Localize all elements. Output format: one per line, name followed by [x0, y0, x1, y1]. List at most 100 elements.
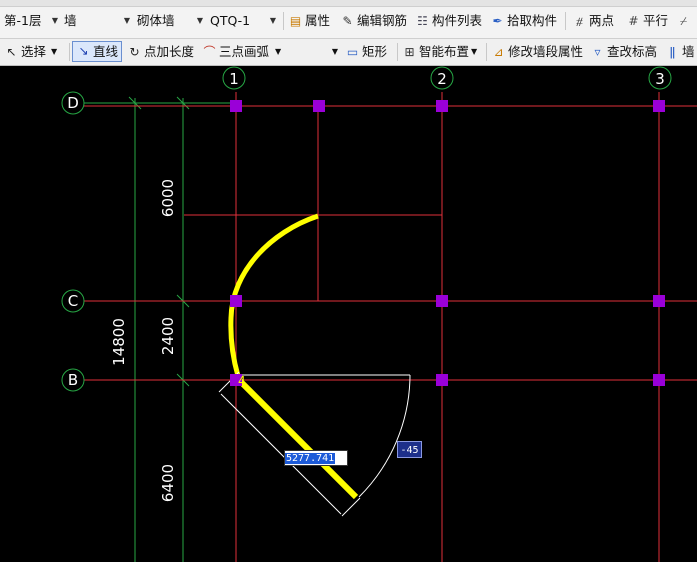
column[interactable]	[313, 100, 325, 112]
properties-button[interactable]: ▤ 属性	[288, 10, 330, 32]
dim-text-c-b: 2400	[159, 317, 177, 355]
chevron-down-icon: ▼	[123, 16, 130, 25]
arc-wall[interactable]	[228, 213, 319, 377]
draw-toolbar: ↖ 选择 ▼ ↘ 直线 ↻ 点加长度 ⌒ 三点画弧 ▼ ▼ ▭ 矩形 ⊞ 智能布…	[0, 39, 697, 66]
angle-input[interactable]: -45	[397, 441, 422, 458]
line-label: 直线	[93, 43, 119, 59]
dim-text-total: 14800	[110, 318, 128, 366]
component-list-label: 构件列表	[432, 13, 483, 28]
columns	[230, 100, 665, 386]
extend-icon: ⌿	[679, 13, 688, 28]
parallel-button[interactable]: # 平行	[626, 10, 668, 32]
length-input[interactable]: 5277.741	[284, 450, 348, 466]
floor-select[interactable]: 第-1层 ▼	[4, 10, 60, 32]
check-elevation-button[interactable]: ▿ 查改标高	[590, 41, 657, 63]
column[interactable]	[436, 374, 448, 386]
type-select[interactable]: 砌体墙 ▼	[137, 10, 205, 32]
point-length-icon: ↻	[129, 44, 140, 59]
axis-label-3: 3	[655, 70, 665, 88]
three-point-arc-label: 三点画弧	[219, 44, 270, 59]
column[interactable]	[230, 100, 242, 112]
diagonal-wall[interactable]	[234, 375, 359, 500]
axis-label-c: C	[68, 292, 78, 310]
pick-component-label: 拾取构件	[507, 13, 558, 28]
column[interactable]	[653, 295, 665, 307]
select-button[interactable]: ↖ 选择 ▼	[4, 41, 57, 63]
component-select[interactable]: QTQ-1 ▼	[210, 10, 278, 32]
separator	[397, 43, 398, 61]
line-button[interactable]: ↘ 直线	[72, 41, 123, 62]
drawing-canvas[interactable]: 1 2 3 D C B 6000 2400 6400 14800 4	[0, 66, 697, 562]
chevron-down-icon: ▼	[275, 47, 282, 56]
wall-tool-icon: ǁ	[669, 44, 676, 59]
pick-component-button[interactable]: ✒ 拾取构件	[490, 10, 557, 32]
length-input-value: 5277.741	[285, 453, 336, 464]
chevron-down-icon: ▼	[269, 16, 276, 25]
rectangle-label: 矩形	[362, 44, 388, 59]
separator	[486, 43, 487, 61]
list-icon: ☷	[417, 13, 428, 28]
category-select-value: 墙	[64, 13, 77, 28]
dimension-texts: 6000 2400 6400 14800	[110, 179, 177, 502]
properties-icon: ▤	[289, 13, 302, 28]
axis-label-1: 1	[229, 70, 239, 88]
rectangle-icon: ▭	[346, 44, 359, 59]
axis-label-2: 2	[437, 70, 447, 88]
point-add-length-button[interactable]: ↻ 点加长度	[127, 41, 194, 63]
chevron-down-icon: ▼	[331, 47, 338, 56]
dim-text-b-a: 6400	[159, 464, 177, 502]
check-elevation-label: 查改标高	[607, 44, 658, 59]
dim-text-d-c: 6000	[159, 179, 177, 217]
two-points-label: 两点	[589, 13, 615, 28]
axis-bubbles	[61, 66, 672, 392]
chevron-down-icon: ▼	[51, 16, 58, 25]
chevron-down-icon: ▼	[51, 47, 58, 56]
column[interactable]	[653, 374, 665, 386]
edit-rebar-button[interactable]: ✎ 编辑钢筋	[340, 10, 407, 32]
chevron-down-icon: ▼	[471, 47, 478, 56]
arc-icon: ⌒	[203, 44, 216, 59]
edit-rebar-label: 编辑钢筋	[357, 13, 408, 28]
smart-layout-icon: ⊞	[404, 44, 415, 59]
wall-tool-label: 墙	[682, 44, 695, 59]
modify-wall-segment-button[interactable]: ⊿ 修改墙段属性	[491, 41, 583, 63]
axis-labels: 1 2 3 D C B	[67, 70, 665, 389]
column[interactable]	[653, 100, 665, 112]
three-point-arc-button[interactable]: ⌒ 三点画弧 ▼	[202, 41, 281, 63]
two-points-icon: ⧣	[576, 13, 583, 28]
eyedropper-icon: ✒	[492, 13, 503, 28]
select-label: 选择	[21, 44, 47, 59]
smart-layout-button[interactable]: ⊞ 智能布置 ▼	[402, 41, 477, 63]
parallel-icon: #	[628, 13, 639, 28]
component-select-value: QTQ-1	[210, 13, 251, 28]
extend-button[interactable]: ⌿	[676, 10, 691, 32]
cursor-icon: ↖	[6, 44, 17, 59]
angle-arc	[358, 374, 411, 498]
wall-tool-button[interactable]: ǁ 墙	[665, 41, 695, 63]
column[interactable]	[230, 295, 242, 307]
axis-label-d: D	[67, 94, 79, 112]
drawing-preview	[218, 371, 411, 517]
snap-marker: 4	[238, 374, 246, 388]
pencil-icon: ✎	[342, 13, 353, 28]
component-list-button[interactable]: ☷ 构件列表	[415, 10, 482, 32]
main-toolbar: 第-1层 ▼ 墙 ▼ 砌体墙 ▼ QTQ-1 ▼ ▤ 属性 ✎ 编辑钢筋 ☷ 构…	[0, 0, 697, 39]
rectangle-button[interactable]: ▭ 矩形	[345, 41, 387, 63]
category-select[interactable]: 墙 ▼	[64, 10, 132, 32]
separator	[283, 12, 284, 30]
point-add-length-label: 点加长度	[144, 44, 195, 59]
line-icon: ↘	[78, 44, 89, 58]
separator	[69, 43, 70, 61]
elevation-icon: ▿	[594, 44, 601, 59]
parallel-label: 平行	[643, 13, 669, 28]
column[interactable]	[436, 100, 448, 112]
smart-layout-label: 智能布置	[419, 44, 470, 59]
separator	[565, 12, 566, 30]
modify-wall-segment-label: 修改墙段属性	[508, 44, 584, 59]
column[interactable]	[436, 295, 448, 307]
shape-dropdown[interactable]: ▼	[290, 41, 340, 63]
two-points-button[interactable]: ⧣ 两点	[572, 10, 614, 32]
properties-label: 属性	[305, 13, 331, 28]
length-dim-ext-end	[341, 497, 361, 517]
floor-select-value: 第-1层	[4, 13, 42, 28]
